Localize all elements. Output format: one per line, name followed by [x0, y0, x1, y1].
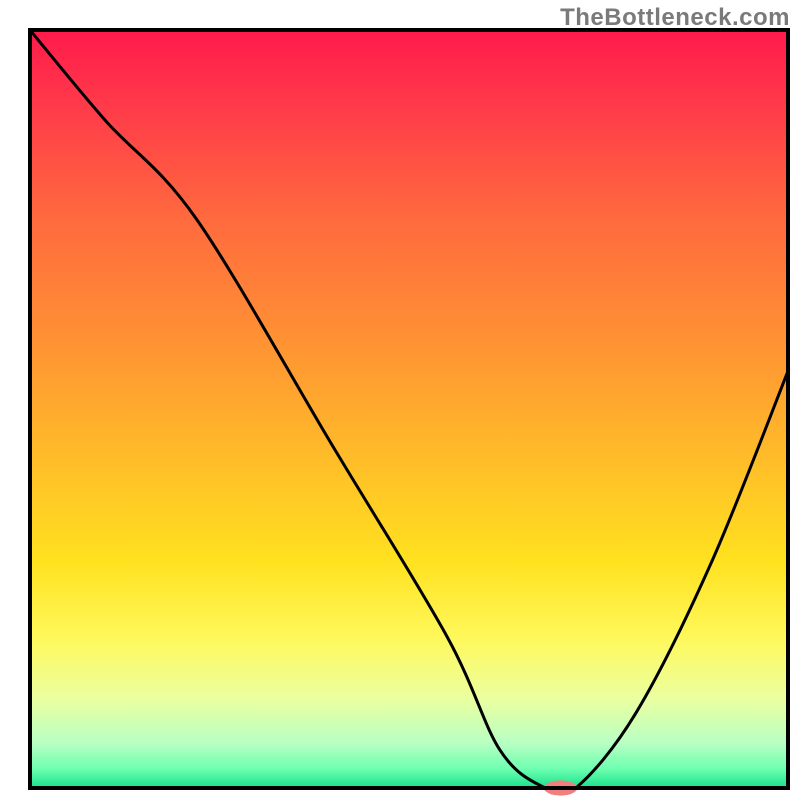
gradient-background: [30, 30, 788, 788]
plot-area: [30, 30, 788, 796]
chart-svg: [0, 0, 800, 800]
bottleneck-chart: TheBottleneck.com: [0, 0, 800, 800]
watermark-text: TheBottleneck.com: [560, 4, 790, 32]
